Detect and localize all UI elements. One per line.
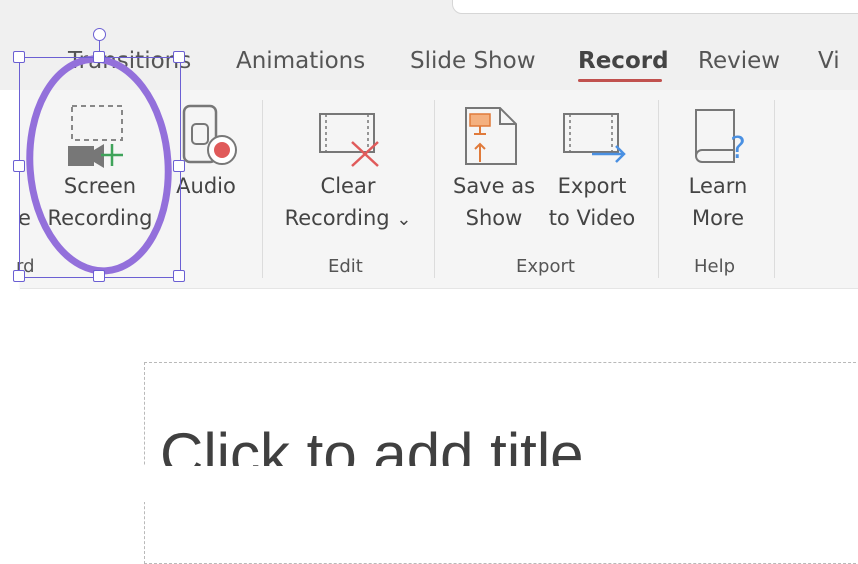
- resize-handle-bottom-left[interactable]: [13, 270, 25, 282]
- resize-handle-top[interactable]: [93, 51, 105, 63]
- resize-handle-top-right[interactable]: [173, 51, 185, 63]
- resize-handle-right[interactable]: [173, 160, 185, 172]
- resize-handle-left[interactable]: [13, 160, 25, 172]
- resize-handle-bottom[interactable]: [93, 270, 105, 282]
- selection-box: [19, 57, 181, 278]
- rotate-handle[interactable]: [93, 28, 106, 41]
- resize-handle-top-left[interactable]: [13, 51, 25, 63]
- resize-handle-bottom-right[interactable]: [173, 270, 185, 282]
